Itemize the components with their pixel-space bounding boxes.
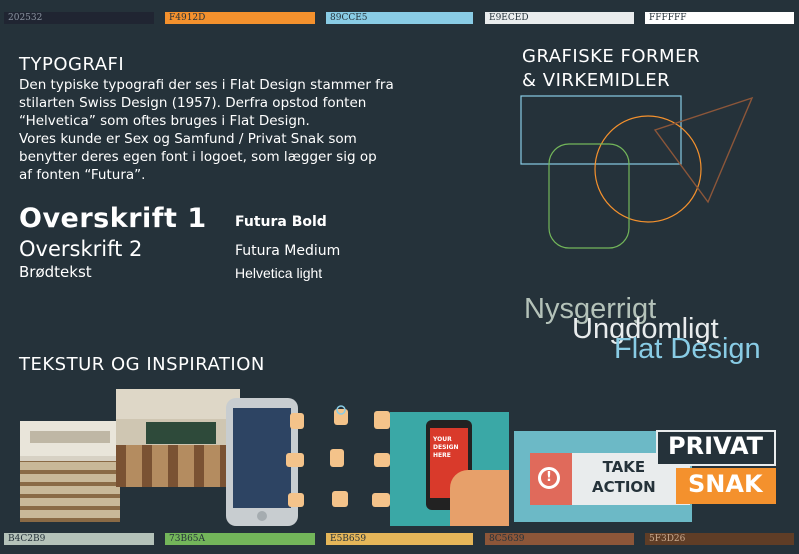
shapes-illustration — [520, 95, 754, 249]
sample-heading-2: Overskrift 2 — [19, 237, 143, 261]
shapes-heading-line-2: & VIRKEMIDLER — [522, 70, 671, 91]
privat-snak-logo: PRIVAT SNAK — [656, 430, 778, 516]
swatch-bottom-3: 8C5639 — [485, 533, 634, 545]
swatch-bottom-4: 5F3D26 — [645, 533, 794, 545]
sample-font-1: Futura Bold — [235, 214, 327, 230]
circle-shape — [594, 115, 702, 223]
paragraph-line: stilarten Swiss Design (1957). Derfra op… — [19, 95, 367, 111]
classroom-photo-2 — [116, 389, 240, 487]
sample-body: Brødtekst — [19, 263, 92, 281]
classroom-photo — [20, 421, 120, 522]
swatch-top-0: 202532 — [4, 12, 154, 24]
alert-icon: ! — [538, 467, 560, 489]
logo-line-snak: SNAK — [688, 470, 763, 498]
logo-line-privat: PRIVAT — [668, 432, 764, 460]
take-action-line: TAKE — [602, 458, 646, 476]
paragraph-line: af fonten “Futura”. — [19, 167, 146, 183]
phone-screen-line: DESIGN — [433, 444, 459, 451]
phone-screen-line: HERE — [433, 452, 451, 459]
typography-paragraph: Den typiske typografi der ses i Flat Des… — [19, 76, 409, 184]
swatch-bottom-2: E5B659 — [326, 533, 473, 545]
paragraph-line: Den typiske typografi der ses i Flat Des… — [19, 77, 394, 93]
paragraph-line: Vores kunde er Sex og Samfund / Privat S… — [19, 131, 357, 147]
swatch-bottom-1: 73B65A — [165, 533, 315, 545]
swatch-top-1: F4912D — [165, 12, 315, 24]
sample-heading-1: Overskrift 1 — [19, 203, 207, 234]
take-action-line: ACTION — [592, 478, 656, 496]
sample-font-3: Helvetica light — [235, 265, 323, 281]
shapes-heading-line-1: GRAFISKE FORMER — [522, 46, 700, 67]
typography-heading: TYPOGRAFI — [19, 54, 125, 75]
hand-gestures-icons — [286, 405, 390, 507]
phone-design-tile: YOUR DESIGN HERE — [390, 412, 509, 526]
triangle-shape — [653, 96, 754, 204]
phone-screen-line: YOUR — [433, 436, 452, 443]
swatch-top-3: E9ECED — [485, 12, 634, 24]
sample-font-2: Futura Medium — [235, 243, 341, 259]
inspiration-heading: TEKSTUR OG INSPIRATION — [19, 354, 265, 375]
paragraph-line: benytter deres egen font i logoet, som l… — [19, 149, 377, 165]
rounded-rectangle-shape — [548, 143, 630, 249]
paragraph-line: “Helvetica” som oftes bruges i Flat Desi… — [19, 113, 310, 129]
swatch-top-4: FFFFFF — [645, 12, 794, 24]
mood-word-flat-design: Flat Design — [614, 333, 761, 365]
swatch-bottom-0: B4C2B9 — [4, 533, 154, 545]
swatch-top-2: 89CCE5 — [326, 12, 473, 24]
